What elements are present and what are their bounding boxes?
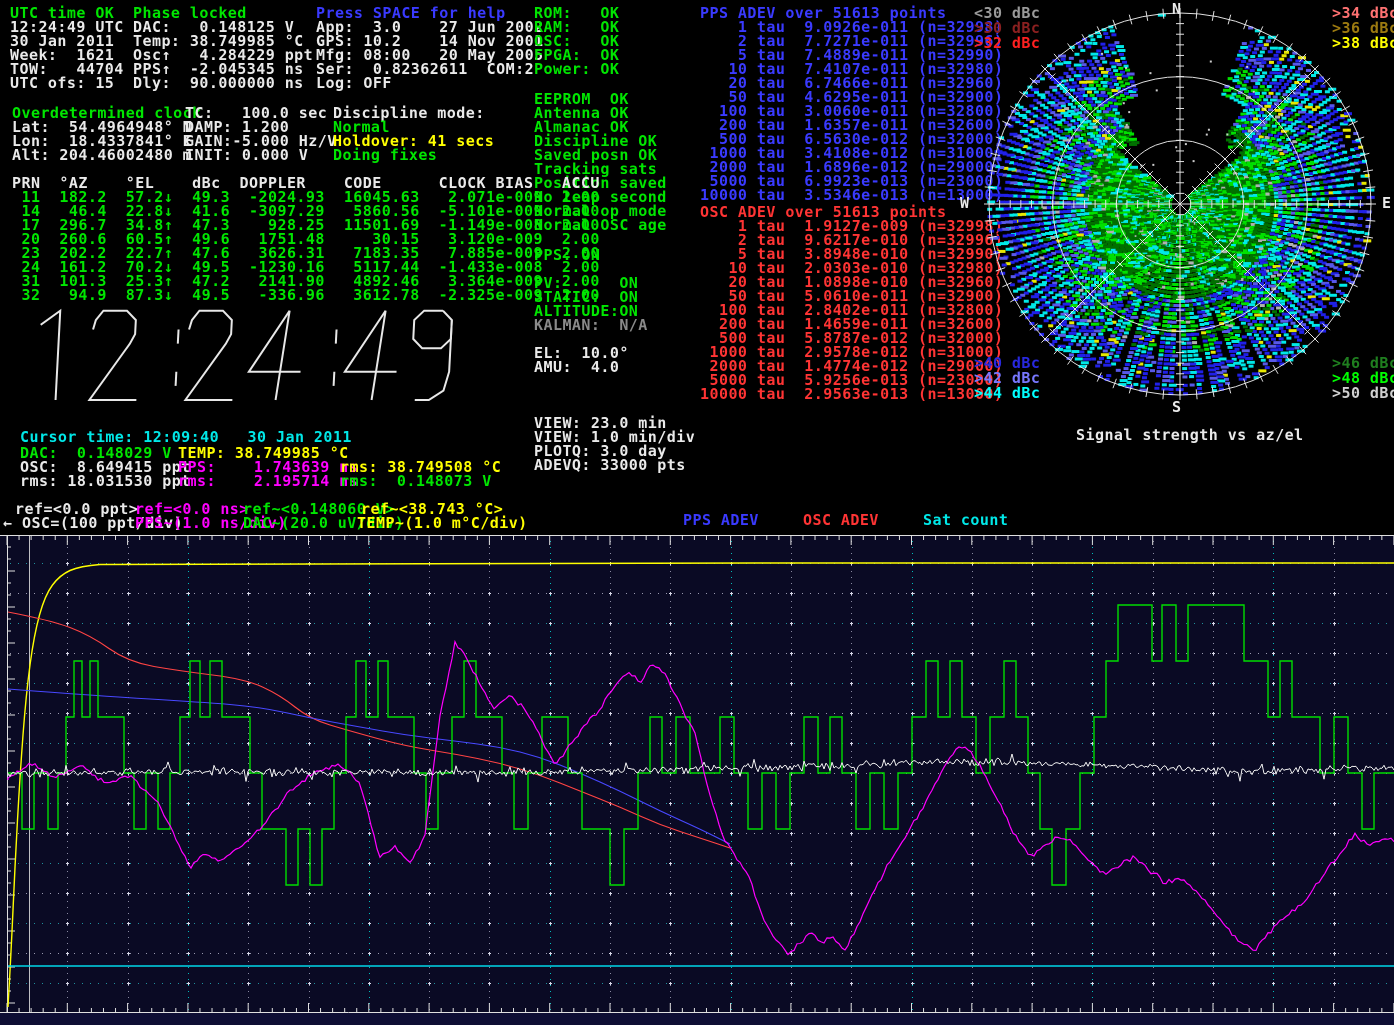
phase-block: Phase locked DAC: 0.148125 VTemp: 38.749… <box>133 6 313 90</box>
position-line: Alt: 204.46002480 m <box>12 148 202 162</box>
position-lines: Lat: 54.4964948° NLon: 18.4337841° EAlt:… <box>12 120 202 162</box>
osc-adev-plot-label: OSC ADEV <box>803 513 879 527</box>
phase-line: Dly: 90.000000 ns <box>133 76 313 90</box>
digital-clock <box>22 298 492 408</box>
compass-w: W <box>960 196 969 210</box>
sat-table: PRN °AZ °EL dBc DOPPLER CODE CLOCK BIAS … <box>12 176 600 302</box>
selftest-lines: ROM: OKRAM: OKOSC: OKFPGA: OKPower: OK <box>534 6 619 76</box>
selftest-block: ROM: OKRAM: OKOSC: OKFPGA: OKPower: OK <box>534 6 619 76</box>
rms-pps: rms: 2.195714 ns <box>178 474 358 488</box>
dbc-legend-item: >32 dBc <box>974 36 1040 51</box>
polar-map-title: Signal strength vs az/el <box>1076 428 1304 442</box>
view-block: VIEW: 23.0 minVIEW: 1.0 min/divPLOTQ: 3.… <box>534 416 695 472</box>
mask-line: AMU: 4.0 <box>534 360 629 374</box>
compass-n: N <box>1172 2 1181 16</box>
rms-dac: rms: 0.148073 V <box>340 474 492 488</box>
discipline-block: Discipline mode: Normal Holdover: 41 sec… <box>333 106 494 162</box>
loop-param-line: INIT: 0.000 V <box>185 148 337 162</box>
mask-lines: EL: 10.0°AMU: 4.0 <box>534 346 629 374</box>
sat-count-plot-label: Sat count <box>923 513 1008 527</box>
dbc-legend-top-left: <30 dBc>30 dBc>32 dBc <box>974 6 1040 51</box>
selftest-line: Power: OK <box>534 62 619 76</box>
digital-clock-svg <box>22 298 492 408</box>
kalman-line: KALMAN: N/A <box>534 318 648 332</box>
dbc-legend-item: >50 dBc <box>1332 386 1394 401</box>
fixes-status: Doing fixes <box>333 148 494 162</box>
sat-table-rows: 11 182.2 57.2↓ 49.3 -2024.93 16045.63 2.… <box>12 190 600 302</box>
lady-heather-screen: UTC time OK 12:24:49 UTC30 Jan 2011Week:… <box>0 0 1394 1025</box>
dbc-legend-top-right: >34 dBc>36 dBc>38 dBc <box>1332 6 1394 51</box>
cursor-time-text: Cursor time: 12:09:40 30 Jan 2011 <box>20 430 352 444</box>
dbc-legend-item: >44 dBc <box>974 386 1040 401</box>
loop-params-block: TC: 100.0 secDAMP: 1.200GAIN:-5.000 Hz/V… <box>185 106 337 162</box>
loop-param-lines: TC: 100.0 secDAMP: 1.200GAIN:-5.000 Hz/V… <box>185 106 337 162</box>
rms-osc: rms: 18.031530 ppt <box>20 474 191 488</box>
mask-block: EL: 10.0°AMU: 4.0 <box>534 346 629 374</box>
help-block: Press SPACE for help App: 3.0 27 Jun 200… <box>316 6 544 90</box>
temp-scale-label: TEMP~(1.0 m°C/div) <box>357 516 528 530</box>
strip-chart-plot-area[interactable] <box>0 535 1394 1025</box>
compass-e: E <box>1382 196 1391 210</box>
dbc-legend-bottom-left: >40 dBc>42 dBc>44 dBc <box>974 356 1040 401</box>
version-line: Log: OFF <box>316 76 544 90</box>
pps-adev-plot-label: PPS ADEV <box>683 513 759 527</box>
compass-s: S <box>1172 400 1181 414</box>
dbc-legend-item: >38 dBc <box>1332 36 1394 51</box>
version-lines: App: 3.0 27 Jun 2002GPS: 10.2 14 Nov 200… <box>316 20 544 90</box>
view-lines: VIEW: 23.0 minVIEW: 1.0 min/divPLOTQ: 3.… <box>534 416 695 472</box>
position-block: Overdetermined clock Lat: 54.4964948° NL… <box>12 106 202 162</box>
view-line: ADEVQ: 33000 pts <box>534 458 695 472</box>
cursor-time-line: Cursor time: 12:09:40 30 Jan 2011 <box>20 430 352 444</box>
phase-lines: DAC: 0.148125 VTemp: 38.749985 °COsc↑ 4.… <box>133 20 313 90</box>
utc-line: UTC ofs: 15 <box>10 76 124 90</box>
signal-strength-polar-map <box>958 0 1394 412</box>
utc-time-block: UTC time OK 12:24:49 UTC30 Jan 2011Week:… <box>10 6 124 90</box>
dbc-legend-bottom-right: >46 dBc>48 dBc>50 dBc <box>1332 356 1394 401</box>
utc-lines: 12:24:49 UTC30 Jan 2011Week: 1621TOW: 44… <box>10 20 124 90</box>
